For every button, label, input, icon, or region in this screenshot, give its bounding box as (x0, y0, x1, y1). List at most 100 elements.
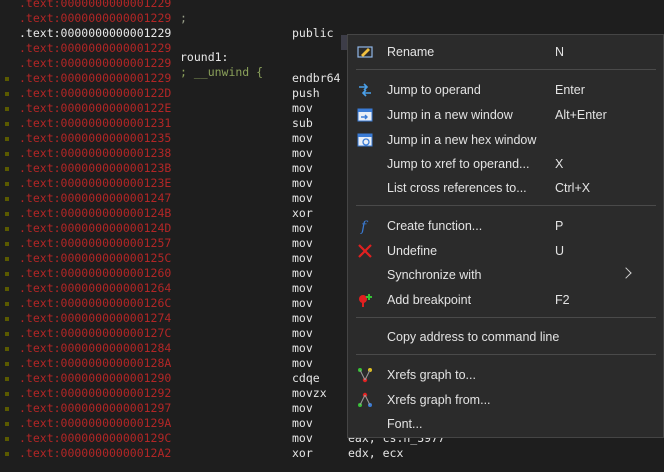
row-comment: ; (180, 11, 187, 25)
unwind-comment: ; __unwind { (180, 65, 264, 79)
breakpoint-gutter-marker (5, 377, 9, 381)
menu-separator (356, 317, 656, 318)
row-mnemonic: mov (292, 221, 313, 235)
row-mnemonic: mov (292, 311, 313, 325)
row-mnemonic: mov (292, 401, 313, 415)
breakpoint-gutter-marker (5, 122, 9, 126)
breakpoint-gutter-marker (5, 287, 9, 291)
menu-item-copy-address[interactable]: Copy address to command line (348, 325, 663, 349)
row-operands: edx, ecx (348, 446, 404, 460)
row-address: .text:0000000000001229 (19, 11, 172, 25)
menu-item-jump-to-xref[interactable]: Jump to xref to operand... X (348, 152, 663, 176)
row-address: .text:0000000000001229 (19, 0, 172, 10)
row-mnemonic: mov (292, 281, 313, 295)
menu-item-list-cross-references[interactable]: List cross references to... Ctrl+X (348, 176, 663, 200)
breakpoint-gutter-marker (5, 77, 9, 81)
breakpoint-gutter-marker (5, 347, 9, 351)
row-mnemonic: mov (292, 326, 313, 340)
undefine-x-icon (358, 244, 372, 258)
row-address: .text:0000000000001257 (19, 236, 172, 250)
row-address: .text:0000000000001247 (19, 191, 172, 205)
breakpoint-gutter-marker (5, 362, 9, 366)
row-mnemonic: cdqe (292, 371, 320, 385)
menu-separator (356, 205, 656, 206)
menu-separator (356, 354, 656, 355)
breakpoint-gutter-marker (5, 422, 9, 426)
jump-arrow-icon (359, 83, 371, 97)
breakpoint-gutter-marker (5, 272, 9, 276)
rename-icon (357, 46, 373, 58)
menu-item-font[interactable]: Font... (348, 412, 663, 436)
row-address: .text:0000000000001284 (19, 341, 172, 355)
breakpoint-gutter-marker (5, 392, 9, 396)
menu-item-undefine[interactable]: Undefine U (348, 239, 663, 263)
row-address: .text:0000000000001274 (19, 311, 172, 325)
row-address: .text:0000000000001238 (19, 146, 172, 160)
row-address: .text:0000000000001229 (19, 71, 172, 85)
breakpoint-gutter-marker (5, 437, 9, 441)
breakpoint-gutter-marker (5, 182, 9, 186)
row-address: .text:000000000000126C (19, 296, 172, 310)
row-address: .text:0000000000001264 (19, 281, 172, 295)
new-window-icon (357, 108, 373, 122)
row-mnemonic: mov (292, 416, 313, 430)
row-mnemonic: mov (292, 131, 313, 145)
breakpoint-gutter-marker (5, 242, 9, 246)
row-mnemonic: mov (292, 341, 313, 355)
row-mnemonic: movzx (292, 386, 327, 400)
menu-item-synchronize-with[interactable]: Synchronize with (348, 263, 663, 287)
row-address: .text:000000000000124D (19, 221, 172, 235)
breakpoint-gutter-marker (5, 302, 9, 306)
function-icon: f (360, 219, 369, 234)
row-address: .text:000000000000128A (19, 356, 172, 370)
row-mnemonic: mov (292, 431, 313, 445)
breakpoint-gutter-marker (5, 317, 9, 321)
xrefs-graph-to-icon (358, 368, 372, 383)
breakpoint-gutter-marker (5, 257, 9, 261)
breakpoint-gutter-marker (5, 167, 9, 171)
listing-row[interactable]: .text:00000000000012A2 xor edx, ecx (0, 446, 664, 461)
row-mnemonic: mov (292, 296, 313, 310)
row-address: .text:0000000000001231 (19, 116, 172, 130)
breakpoint-gutter-marker (5, 152, 9, 156)
row-mnemonic: public (292, 26, 334, 40)
menu-item-xrefs-graph-to[interactable]: Xrefs graph to... (348, 363, 663, 387)
breakpoint-gutter-marker (5, 332, 9, 336)
listing-row[interactable]: .text:0000000000001229 (0, 0, 664, 11)
row-address: .text:0000000000001290 (19, 371, 172, 385)
row-address: .text:000000000000123B (19, 161, 172, 175)
breakpoint-gutter-marker (5, 452, 9, 456)
menu-item-jump-new-hex-window[interactable]: Jump in a new hex window (348, 128, 663, 152)
chevron-right-icon (620, 267, 632, 279)
menu-item-create-function[interactable]: f Create function... P (348, 214, 663, 238)
row-mnemonic: xor (292, 446, 313, 460)
breakpoint-gutter-marker (5, 92, 9, 96)
row-address: .text:0000000000001229 (19, 56, 172, 70)
menu-item-jump-to-operand[interactable]: Jump to operand Enter (348, 78, 663, 102)
row-mnemonic: mov (292, 161, 313, 175)
row-mnemonic: xor (292, 206, 313, 220)
row-mnemonic: endbr64 (292, 71, 341, 85)
row-address: .text:000000000000125C (19, 251, 172, 265)
function-label[interactable]: round1: (180, 50, 228, 65)
breakpoint-gutter-marker (5, 407, 9, 411)
menu-item-rename[interactable]: Rename N (348, 40, 663, 64)
xrefs-graph-from-icon (358, 392, 372, 407)
row-mnemonic: mov (292, 251, 313, 265)
row-address: .text:0000000000001292 (19, 386, 172, 400)
menu-item-xrefs-graph-from[interactable]: Xrefs graph from... (348, 388, 663, 412)
row-address: .text:000000000000122D (19, 86, 172, 100)
row-mnemonic: mov (292, 101, 313, 115)
listing-row[interactable]: .text:0000000000001229; (0, 11, 664, 26)
row-mnemonic: mov (292, 356, 313, 370)
row-mnemonic: mov (292, 266, 313, 280)
menu-item-jump-new-window[interactable]: Jump in a new window Alt+Enter (348, 103, 663, 127)
row-address: .text:000000000000123E (19, 176, 172, 190)
row-address: .text:000000000000122E (19, 101, 172, 115)
row-address: .text:000000000000129C (19, 431, 172, 445)
menu-item-add-breakpoint[interactable]: Add breakpoint F2 (348, 288, 663, 312)
hex-window-icon (357, 133, 373, 147)
row-address: .text:00000000000012A2 (19, 446, 172, 460)
breakpoint-gutter-marker (5, 107, 9, 111)
row-mnemonic: push (292, 86, 320, 100)
